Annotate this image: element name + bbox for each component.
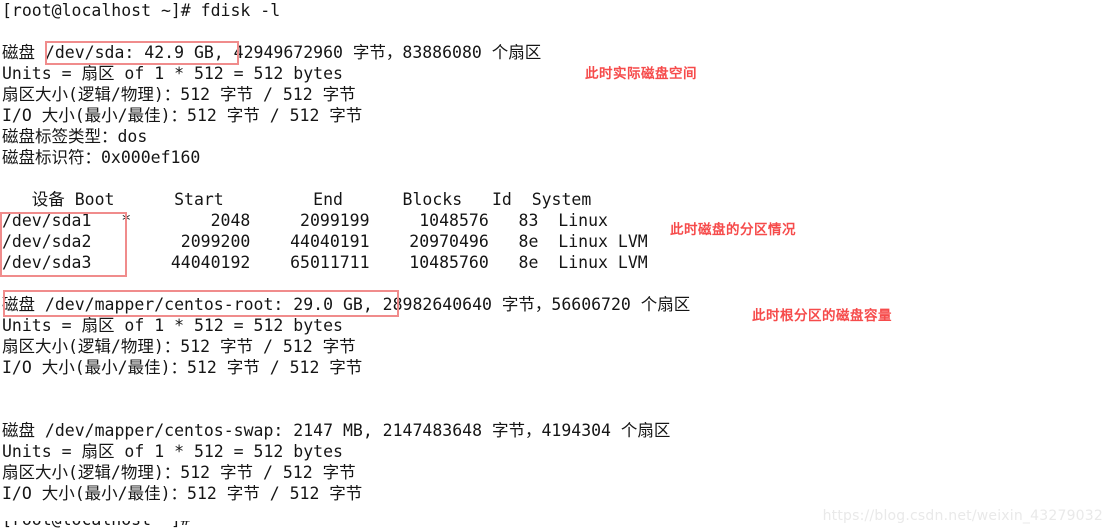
terminal-line: 扇区大小(逻辑/物理)：512 字节 / 512 字节 <box>2 85 356 104</box>
partition-table-header: 设备 Boot Start End Blocks Id System <box>2 190 592 209</box>
terminal-prompt-cutoff: [root@localhost ~]# <box>2 521 702 530</box>
table-row: /dev/sda2 2099200 44040191 20970496 8e L… <box>2 232 648 251</box>
terminal-line: 磁盘标识符：0x000ef160 <box>2 148 201 167</box>
terminal-line: [root@localhost ~]# <box>2 521 702 530</box>
terminal-output: [root@localhost ~]# fdisk -l 磁盘 /dev/sda… <box>2 0 1111 504</box>
terminal-line: Units = 扇区 of 1 * 512 = 512 bytes <box>2 316 343 335</box>
terminal-line: [root@localhost ~]# fdisk -l <box>2 1 281 20</box>
terminal-line-disk-root: 磁盘 /dev/mapper/centos-root: 29.0 GB, 289… <box>2 295 691 314</box>
terminal-screenshot: [root@localhost ~]# fdisk -l 磁盘 /dev/sda… <box>0 0 1111 530</box>
terminal-line: I/O 大小(最小/最佳)：512 字节 / 512 字节 <box>2 106 363 125</box>
table-row: /dev/sda3 44040192 65011711 10485760 8e … <box>2 253 648 272</box>
terminal-line: 扇区大小(逻辑/物理)：512 字节 / 512 字节 <box>2 337 356 356</box>
watermark: https://blog.csdn.net/weixin_43279032 <box>822 508 1103 524</box>
terminal-line-disk-swap: 磁盘 /dev/mapper/centos-swap: 2147 MB, 214… <box>2 421 671 440</box>
annotation-disk-space: 此时实际磁盘空间 <box>585 66 697 82</box>
terminal-line: Units = 扇区 of 1 * 512 = 512 bytes <box>2 442 343 461</box>
terminal-line: I/O 大小(最小/最佳)：512 字节 / 512 字节 <box>2 358 363 377</box>
terminal-line: 扇区大小(逻辑/物理)：512 字节 / 512 字节 <box>2 463 356 482</box>
annotation-partitions: 此时磁盘的分区情况 <box>670 222 796 238</box>
terminal-line: Units = 扇区 of 1 * 512 = 512 bytes <box>2 64 343 83</box>
annotation-root-capacity: 此时根分区的磁盘容量 <box>752 308 892 324</box>
terminal-line-disk-sda: 磁盘 /dev/sda: 42.9 GB, 42949672960 字节，838… <box>2 43 542 62</box>
table-row: /dev/sda1 * 2048 2099199 1048576 83 Linu… <box>2 211 608 230</box>
terminal-line: 磁盘标签类型：dos <box>2 127 148 146</box>
terminal-line: I/O 大小(最小/最佳)：512 字节 / 512 字节 <box>2 484 363 503</box>
